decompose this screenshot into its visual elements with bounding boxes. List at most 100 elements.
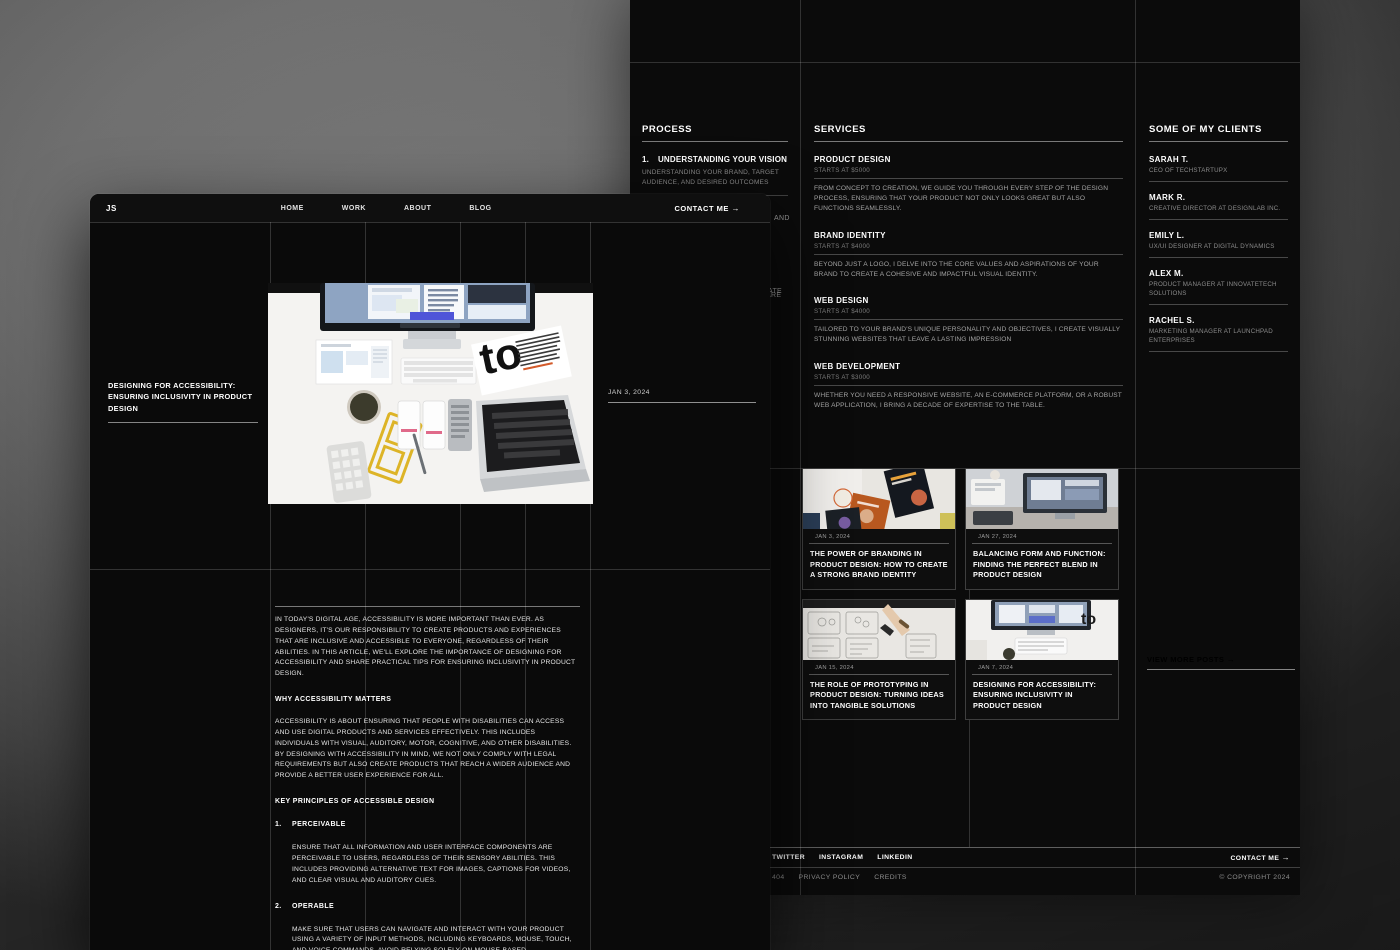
blog-card-grid: JAN 3, 2024 THE POWER OF BRANDING IN PRO… xyxy=(802,468,1142,721)
process-item-number: 1. xyxy=(642,155,650,164)
service-name: WEB DESIGN xyxy=(814,296,869,306)
client-role: UX/UI DESIGNER AT DIGITAL DYNAMICS xyxy=(1149,243,1288,258)
service-item[interactable]: WEB DESIGN STARTS AT $4000 TAILORED TO Y… xyxy=(814,296,1123,345)
client-name: MARK R. xyxy=(1149,192,1186,202)
client-item: RACHEL S. MARKETING MANAGER AT LAUNCHPAD… xyxy=(1149,316,1288,352)
service-price: STARTS AT $4000 xyxy=(814,243,1123,255)
nav-contact-cta[interactable]: CONTACT ME → xyxy=(674,204,740,213)
foreground-article-window[interactable]: JS HOME WORK ABOUT BLOG CONTACT ME → to … xyxy=(90,194,770,950)
article-why-paragraph: ACCESSIBILITY IS ABOUT ENSURING THAT PEO… xyxy=(275,718,572,780)
article-heading-why: WHY ACCESSIBILITY MATTERS xyxy=(275,696,392,704)
site-navbar: JS HOME WORK ABOUT BLOG CONTACT ME → xyxy=(90,194,770,222)
svg-text:to: to xyxy=(1081,611,1096,628)
view-more-posts-label: VIEW MORE POSTS → xyxy=(1147,655,1295,670)
article-intro-paragraph: IN TODAY'S DIGITAL AGE, ACCESSIBILITY IS… xyxy=(275,616,576,678)
service-price: STARTS AT $4000 xyxy=(814,308,1123,321)
nav-item-about[interactable]: ABOUT xyxy=(404,205,431,212)
logo-js[interactable]: JS xyxy=(106,204,117,213)
footer-contact-label: CONTACT ME xyxy=(1230,855,1280,862)
service-item[interactable]: PRODUCT DESIGN STARTS AT $5000 FROM CONC… xyxy=(814,155,1123,215)
blog-card-date: JAN 27, 2024 xyxy=(972,529,1112,544)
footer-link-instagram[interactable]: INSTAGRAM xyxy=(819,854,863,861)
principle-name: OPERABLE xyxy=(292,902,335,910)
service-price: STARTS AT $5000 xyxy=(814,167,1123,179)
principle-body: ENSURE THAT ALL INFORMATION AND USER INT… xyxy=(292,844,571,884)
service-item[interactable]: BRAND IDENTITY STARTS AT $4000 BEYOND JU… xyxy=(814,231,1123,280)
nav-item-blog[interactable]: BLOG xyxy=(469,205,491,212)
blog-card-date: JAN 7, 2024 xyxy=(972,660,1112,675)
view-more-text: VIEW MORE POSTS xyxy=(1147,655,1225,664)
article-title: DESIGNING FOR ACCESSIBILITY: ENSURING IN… xyxy=(108,380,258,424)
process-item-title: 1. UNDERSTANDING YOUR VISION xyxy=(642,155,788,164)
client-role: PRODUCT MANAGER AT INNOVATETECH SOLUTION… xyxy=(1149,281,1288,305)
process-section-title: PROCESS xyxy=(642,124,788,142)
arrow-right-icon: → xyxy=(1226,655,1236,664)
client-item: SARAH T. CEO OF TECHSTARTUPX xyxy=(1149,155,1288,182)
service-desc: TAILORED TO YOUR BRAND'S UNIQUE PERSONAL… xyxy=(814,326,1121,344)
client-item: MARK R. CREATIVE DIRECTOR AT DESIGNLAB I… xyxy=(1149,193,1288,220)
blog-card-date: JAN 15, 2024 xyxy=(809,660,949,675)
footer-link-twitter[interactable]: TWITTER xyxy=(772,854,805,861)
article-body-divider xyxy=(275,606,580,607)
blog-card-thumbnail xyxy=(803,469,955,529)
footer-contact-cta[interactable]: CONTACT ME → xyxy=(1230,853,1290,862)
footer-link-linkedin[interactable]: LINKEDIN xyxy=(877,854,912,861)
process-item-name: UNDERSTANDING YOUR VISION xyxy=(657,155,788,164)
principle-name: PERCEIVABLE xyxy=(292,821,346,829)
footer-link-privacy-policy[interactable]: PRIVACY POLICY xyxy=(799,874,861,881)
footer-link-credits[interactable]: CREDITS xyxy=(874,874,907,881)
service-name: WEB DEVELOPMENT xyxy=(814,361,901,371)
process-item[interactable]: 1. UNDERSTANDING YOUR VISION UNDERSTANDI… xyxy=(642,155,788,196)
arrow-right-icon: → xyxy=(1281,853,1290,862)
blog-card-thumbnail: to xyxy=(966,599,1118,660)
client-item: EMILY L. UX/UI DESIGNER AT DIGITAL DYNAM… xyxy=(1149,231,1288,258)
blog-card-thumbnail xyxy=(803,599,955,660)
blog-card[interactable]: JAN 3, 2024 THE POWER OF BRANDING IN PRO… xyxy=(802,468,956,590)
article-heading-principles: KEY PRINCIPLES OF ACCESSIBLE DESIGN xyxy=(275,798,435,806)
footer-link-404[interactable]: 404 xyxy=(772,874,785,881)
service-item[interactable]: WEB DEVELOPMENT STARTS AT $3000 WHETHER … xyxy=(814,362,1123,411)
service-name: PRODUCT DESIGN xyxy=(814,155,891,164)
blog-card-title: THE ROLE OF PROTOTYPING IN PRODUCT DESIG… xyxy=(810,679,944,710)
principle-item: 1. PERCEIVABLE ENSURE THAT ALL INFORMATIO… xyxy=(275,821,580,886)
service-desc: BEYOND JUST A LOGO, I DELVE INTO THE COR… xyxy=(814,260,1099,278)
blog-card[interactable]: JAN 27, 2024 BALANCING FORM AND FUNCTION… xyxy=(965,468,1119,590)
client-role: CREATIVE DIRECTOR AT DESIGNLAB INC. xyxy=(1149,205,1288,220)
blog-card-title: BALANCING FORM AND FUNCTION: FINDING THE… xyxy=(973,549,1106,580)
blog-card-thumbnail xyxy=(966,469,1118,529)
service-price: STARTS AT $3000 xyxy=(814,374,1123,386)
client-item: ALEX M. PRODUCT MANAGER AT INNOVATETECH … xyxy=(1149,269,1288,305)
principle-heading: 2. OPERABLE xyxy=(275,903,580,910)
blog-card-title: DESIGNING FOR ACCESSIBILITY: ENSURING IN… xyxy=(973,679,1097,710)
article-hero-image: to xyxy=(268,283,593,504)
client-name: RACHEL S. xyxy=(1149,315,1195,325)
clients-section: SOME OF MY CLIENTS SARAH T. CEO OF TECHS… xyxy=(1135,62,1300,895)
service-desc: WHETHER YOU NEED A RESPONSIVE WEBSITE, A… xyxy=(814,391,1122,409)
nav-item-work[interactable]: WORK xyxy=(342,205,366,212)
article-body: IN TODAY'S DIGITAL AGE, ACCESSIBILITY IS… xyxy=(275,606,580,950)
service-name: BRAND IDENTITY xyxy=(814,230,886,240)
services-section-title: SERVICES xyxy=(814,124,1123,142)
principle-number: 2. xyxy=(275,902,282,910)
principle-body: MAKE SURE THAT USERS CAN NAVIGATE AND IN… xyxy=(292,925,572,950)
client-name: EMILY L. xyxy=(1149,230,1185,240)
view-more-posts-button[interactable]: VIEW MORE POSTS → xyxy=(1147,655,1295,670)
client-name: ALEX M. xyxy=(1149,268,1184,278)
service-desc: FROM CONCEPT TO CREATION, WE GUIDE YOU T… xyxy=(814,185,1109,213)
principle-item: 2. OPERABLE MAKE SURE THAT USERS CAN NAVI… xyxy=(275,903,580,950)
nav-item-home[interactable]: HOME xyxy=(281,205,304,212)
process-item-desc: UNDERSTANDING YOUR BRAND, TARGET AUDIENC… xyxy=(642,168,788,196)
nav-links: HOME WORK ABOUT BLOG xyxy=(281,205,492,212)
blog-card[interactable]: to JAN 7, 2024 DESIGNING FOR ACCESSIBILI… xyxy=(965,598,1119,721)
footer-copyright: © COPYRIGHT 2024 xyxy=(1219,874,1290,881)
nav-contact-label: CONTACT ME xyxy=(674,203,729,213)
arrow-right-icon: → xyxy=(731,203,740,213)
client-name: SARAH T. xyxy=(1149,155,1189,164)
principle-number: 1. xyxy=(275,821,282,829)
clients-section-title: SOME OF MY CLIENTS xyxy=(1149,124,1288,142)
principle-heading: 1. PERCEIVABLE xyxy=(275,821,580,828)
blog-card[interactable]: JAN 15, 2024 THE ROLE OF PROTOTYPING IN … xyxy=(802,598,956,721)
client-role: MARKETING MANAGER AT LAUNCHPAD ENTERPRIS… xyxy=(1149,328,1288,352)
article-date: JAN 3, 2024 xyxy=(608,389,756,403)
client-role: CEO OF TECHSTARTUPX xyxy=(1149,167,1288,182)
